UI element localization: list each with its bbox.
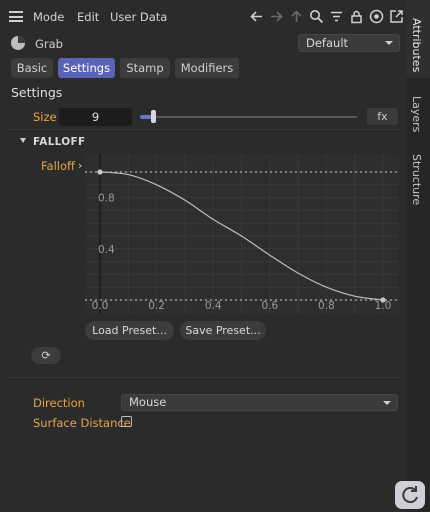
object-name: Grab [35, 37, 63, 51]
curve-start-point [97, 169, 103, 175]
menubar: Mode Edit User Data [0, 0, 406, 34]
size-slider-handle[interactable] [151, 110, 156, 123]
tab-settings[interactable]: Settings [58, 58, 115, 78]
preset-dropdown[interactable]: Default [298, 34, 400, 52]
chevron-down-icon [385, 41, 393, 45]
tab-attributes[interactable]: Attributes [406, 0, 430, 78]
x-tick-label: 0.6 [261, 300, 278, 312]
size-slider-track[interactable] [140, 116, 357, 118]
direction-label: Direction [33, 396, 85, 410]
chevron-down-icon [383, 400, 391, 405]
tab-structure-label: Structure [410, 154, 423, 206]
direction-dropdown[interactable]: Mouse [121, 394, 398, 411]
curve-end-point [380, 297, 386, 303]
fx-button[interactable]: fx [367, 108, 398, 125]
divider [8, 377, 400, 378]
refresh-button[interactable] [395, 481, 425, 509]
filter-icon[interactable] [329, 9, 344, 24]
tab-basic[interactable]: Basic [11, 58, 53, 78]
y-tick-label: 0.4 [98, 244, 115, 256]
size-label: Size [33, 110, 57, 124]
menu-user-data[interactable]: User Data [110, 10, 167, 24]
x-tick-label: 0.0 [92, 300, 109, 312]
y-tick-label: 0.8 [98, 193, 115, 205]
arrow-left-icon[interactable] [249, 9, 264, 24]
size-input[interactable]: 9 [59, 108, 132, 126]
falloff-group-title[interactable]: FALLOFF [33, 136, 85, 148]
tab-structure[interactable]: Structure [406, 148, 430, 208]
x-tick-label: 0.2 [148, 300, 165, 312]
menu-edit[interactable]: Edit [77, 10, 99, 24]
side-tab-strip: Attributes Layers Structure [406, 0, 430, 512]
new-window-icon[interactable] [389, 9, 404, 24]
preset-dropdown-value: Default [306, 36, 349, 50]
direction-value: Mouse [129, 395, 167, 409]
search-icon[interactable] [309, 9, 324, 24]
arrow-right-icon[interactable] [269, 9, 284, 24]
divider [8, 129, 400, 130]
arrow-up-icon[interactable] [289, 9, 304, 24]
tab-stamp[interactable]: Stamp [120, 58, 170, 78]
chevron-right-icon[interactable]: › [78, 159, 82, 172]
attributes-panel: Mode Edit User Data Grab Default Basic S… [0, 0, 406, 512]
refresh-icon [402, 486, 418, 504]
x-tick-label: 0.4 [205, 300, 222, 312]
falloff-curve-graph[interactable]: 0.0 0.2 0.4 0.6 0.8 1.0 0.8 0.4 [85, 154, 399, 314]
load-preset-button[interactable]: Load Preset... [85, 321, 174, 340]
tab-modifiers[interactable]: Modifiers [175, 58, 239, 78]
tab-layers[interactable]: Layers [406, 88, 430, 138]
grab-brush-icon [11, 36, 25, 50]
tab-attributes-label: Attributes [410, 18, 423, 73]
target-icon[interactable] [369, 9, 384, 24]
save-preset-button[interactable]: Save Preset... [180, 321, 266, 340]
surface-distance-label: Surface Distance [33, 416, 131, 430]
hamburger-menu-icon[interactable] [9, 11, 23, 22]
reset-curve-button[interactable]: ⟳ [31, 347, 61, 364]
surface-distance-checkbox[interactable] [121, 416, 132, 427]
collapse-arrow-icon[interactable] [20, 138, 26, 143]
falloff-curve-svg[interactable]: 0.0 0.2 0.4 0.6 0.8 1.00.80.4 [85, 154, 399, 314]
refresh-icon: ⟳ [41, 349, 51, 362]
tab-layers-label: Layers [410, 96, 423, 133]
section-title: Settings [11, 85, 63, 100]
x-tick-label: 0.8 [318, 300, 335, 312]
menu-mode[interactable]: Mode [33, 10, 64, 24]
falloff-label: Falloff [41, 159, 75, 173]
lock-icon[interactable] [349, 9, 364, 24]
